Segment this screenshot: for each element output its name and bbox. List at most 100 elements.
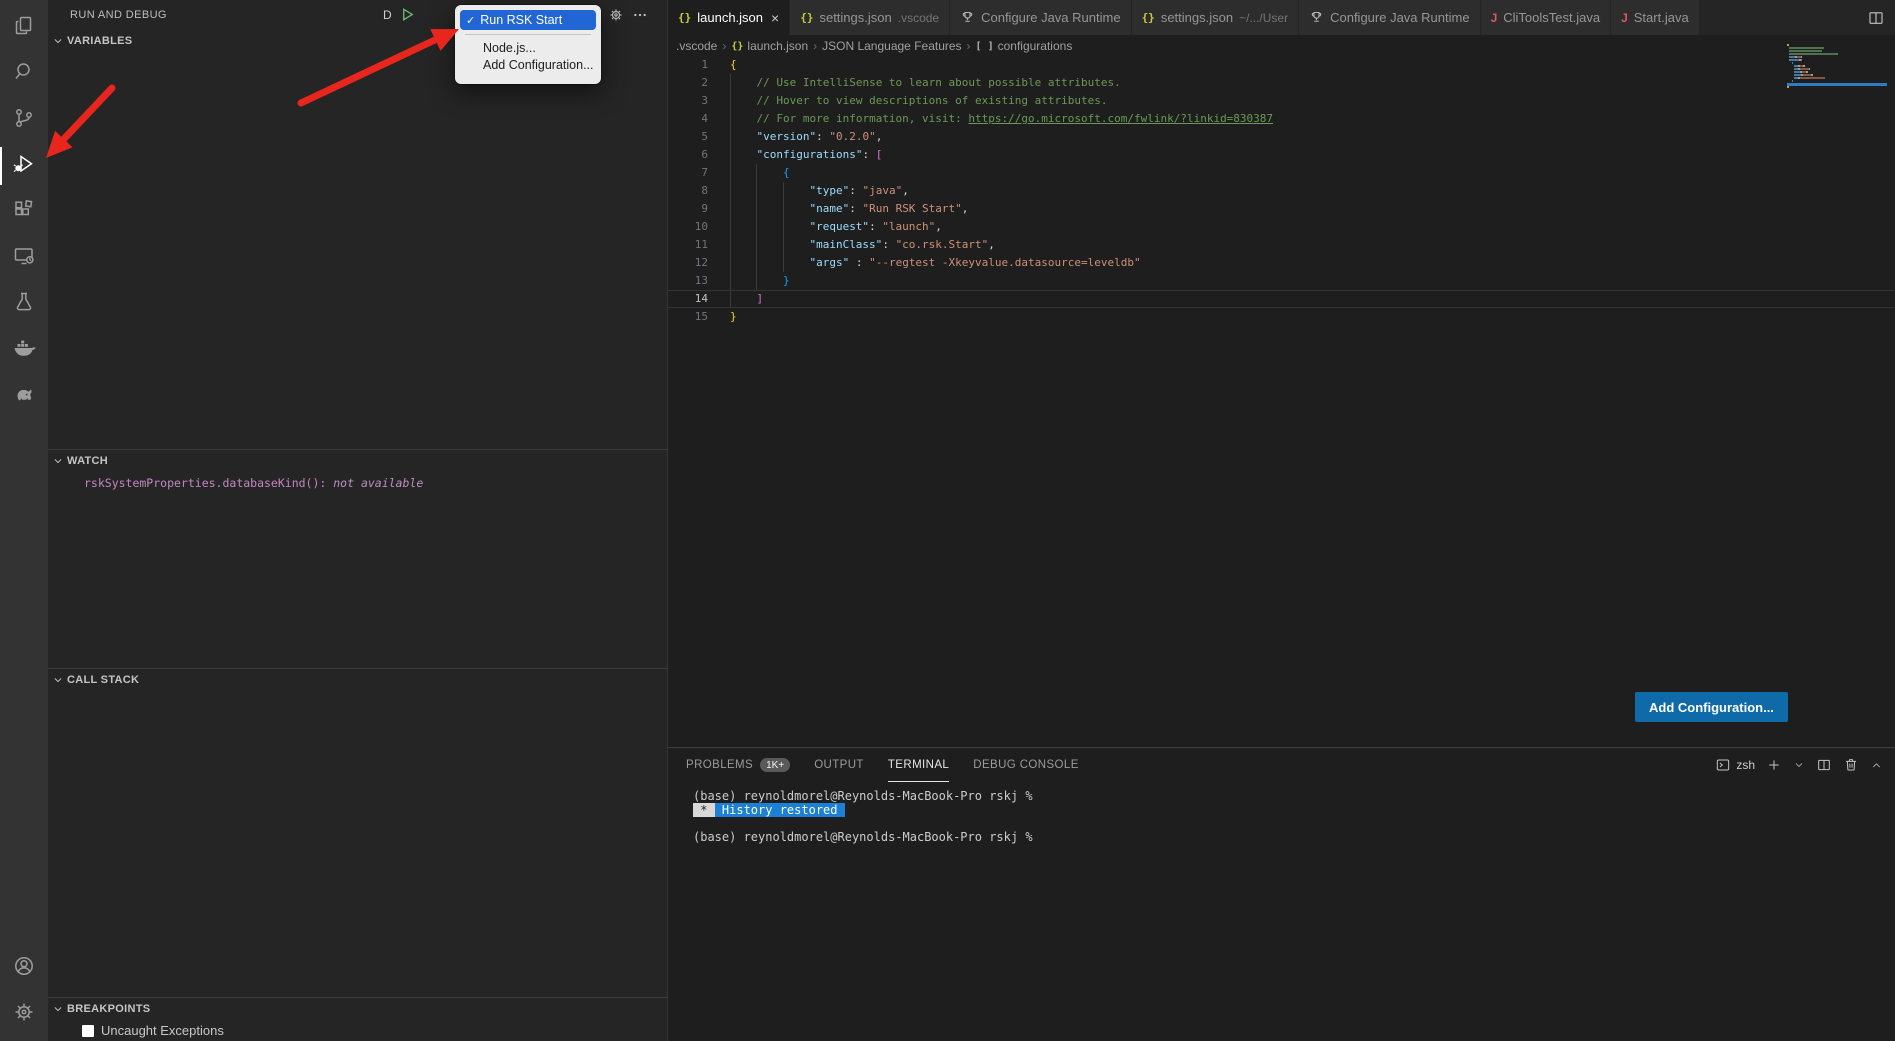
code-token: "Run RSK Start" bbox=[862, 202, 961, 215]
line-number: 2 bbox=[668, 74, 708, 92]
watch-expression-value: not available bbox=[333, 476, 423, 490]
panel-tab-terminal[interactable]: TERMINAL bbox=[888, 748, 949, 782]
code-line-1: 1{ bbox=[668, 56, 1895, 74]
minimap-line bbox=[1787, 80, 1887, 82]
code-line-6: 6 "configurations": [ bbox=[668, 146, 1895, 164]
search-icon bbox=[12, 60, 36, 89]
activity-bar-item-testing[interactable] bbox=[0, 281, 48, 327]
watch-expression[interactable]: rskSystemProperties.databaseKind(): not … bbox=[48, 472, 668, 490]
split-editor-icon[interactable] bbox=[1867, 9, 1885, 27]
array-icon: [ ] bbox=[976, 41, 994, 52]
code-line-3: 3 // Hover to view descriptions of exist… bbox=[668, 92, 1895, 110]
terminal-text: * bbox=[693, 803, 715, 817]
section-header-watch[interactable]: WATCH bbox=[48, 450, 668, 472]
line-content: "args" : "--regtest -Xkeyvalue.datasourc… bbox=[708, 254, 1141, 272]
panel-tab-bar: PROBLEMS1K+ OUTPUT TERMINAL DEBUG CONSOLE bbox=[668, 748, 1079, 782]
menu-item-selected[interactable]: ✓Run RSK Start bbox=[460, 10, 596, 30]
activity-bar-item-remote-explorer[interactable] bbox=[0, 235, 48, 281]
editor-tab-clitoolstest-java[interactable]: JCliToolsTest.java bbox=[1481, 0, 1612, 35]
close-icon[interactable]: × bbox=[771, 11, 779, 25]
testing-icon bbox=[12, 290, 36, 319]
breadcrumb-item[interactable]: JSON Language Features bbox=[822, 39, 961, 53]
kill-terminal-trash-icon[interactable] bbox=[1843, 757, 1859, 773]
breadcrumb-label: JSON Language Features bbox=[822, 39, 961, 53]
section-label: VARIABLES bbox=[67, 35, 132, 47]
menu-item[interactable]: Add Configuration... bbox=[455, 57, 601, 74]
code-editor[interactable]: 1{2 // Use IntelliSense to learn about p… bbox=[668, 56, 1895, 326]
tab-label: settings.json bbox=[1161, 10, 1233, 25]
activity-bar-item-gradle[interactable] bbox=[0, 373, 48, 419]
indent-guide bbox=[730, 110, 756, 128]
terminal-text: (base) reynoldmorel@Reynolds-MacBook-Pro… bbox=[693, 789, 1033, 803]
indent-guide bbox=[756, 164, 782, 182]
minimap[interactable] bbox=[1787, 44, 1887, 89]
terminal-output[interactable]: (base) reynoldmorel@Reynolds-MacBook-Pro… bbox=[668, 782, 1895, 1041]
activity-bar-item-explorer[interactable] bbox=[0, 5, 48, 51]
panel-tab-output[interactable]: OUTPUT bbox=[814, 748, 864, 782]
activity-bar-item-search[interactable] bbox=[0, 51, 48, 97]
code-line-2: 2 // Use IntelliSense to learn about pos… bbox=[668, 74, 1895, 92]
code-token: : bbox=[816, 130, 829, 143]
line-number: 6 bbox=[668, 146, 708, 164]
panel-tab-label: PROBLEMS bbox=[686, 759, 753, 771]
activity-bar-item-docker[interactable] bbox=[0, 327, 48, 373]
minimap-line bbox=[1787, 47, 1887, 49]
breakpoint-checkbox[interactable] bbox=[82, 1025, 94, 1037]
section-header-callstack[interactable]: CALL STACK bbox=[48, 669, 668, 691]
activity-bar-item-accounts[interactable] bbox=[0, 945, 48, 991]
launch-profile-chevron-icon[interactable] bbox=[1793, 759, 1805, 771]
activity-bar-item-run-and-debug[interactable] bbox=[0, 143, 48, 189]
code-token: "co.rsk.Start" bbox=[896, 238, 989, 251]
gear-icon[interactable] bbox=[608, 7, 624, 23]
code-token: "mainClass" bbox=[809, 238, 882, 251]
start-debugging-icon[interactable] bbox=[400, 7, 415, 22]
editor-tab-launch-json[interactable]: {}launch.json× bbox=[668, 0, 790, 35]
run-debug-icon bbox=[12, 152, 36, 181]
line-content: "request": "launch", bbox=[708, 218, 942, 236]
minimap-line bbox=[1787, 59, 1887, 61]
add-configuration-button[interactable]: Add Configuration... bbox=[1635, 692, 1788, 722]
code-token: , bbox=[902, 184, 909, 197]
activity-bar-item-source-control[interactable] bbox=[0, 97, 48, 143]
indent-guide bbox=[730, 164, 756, 182]
editor-tab-configure-java-runtime[interactable]: Configure Java Runtime bbox=[1299, 0, 1480, 35]
terminal-shell-selector[interactable]: zsh bbox=[1715, 757, 1755, 773]
editor-tab-start-java[interactable]: JStart.java bbox=[1611, 0, 1700, 35]
breadcrumb-item[interactable]: {}launch.json bbox=[731, 39, 808, 53]
activity-bar-item-settings[interactable] bbox=[0, 991, 48, 1037]
indent-guide bbox=[756, 254, 782, 272]
editor-tab-settings-json[interactable]: {}settings.json~/.../User bbox=[1132, 0, 1300, 35]
new-terminal-icon[interactable] bbox=[1766, 757, 1782, 773]
editor-tab-configure-java-runtime[interactable]: Configure Java Runtime bbox=[950, 0, 1131, 35]
section-label: CALL STACK bbox=[67, 674, 139, 686]
editor-tab-settings-json[interactable]: {}settings.json.vscode bbox=[790, 0, 950, 35]
activity-bar-item-extensions[interactable] bbox=[0, 189, 48, 235]
code-token: // Use IntelliSense to learn about possi… bbox=[756, 76, 1120, 89]
split-terminal-icon[interactable] bbox=[1816, 757, 1832, 773]
tab-label: CliToolsTest.java bbox=[1503, 10, 1600, 25]
code-token: "java" bbox=[862, 184, 902, 197]
indent-guide bbox=[756, 236, 782, 254]
chevron-down-icon bbox=[52, 674, 64, 686]
breadcrumb-item[interactable]: .vscode bbox=[676, 39, 717, 53]
maximize-panel-chevron-icon[interactable] bbox=[1870, 759, 1883, 772]
breadcrumb-item[interactable]: [ ]configurations bbox=[976, 39, 1073, 53]
breadcrumb: .vscode›{}launch.json›JSON Language Feat… bbox=[668, 35, 1895, 57]
java-icon: J bbox=[1621, 11, 1628, 25]
panel-tab-problems[interactable]: PROBLEMS1K+ bbox=[686, 748, 790, 782]
indent-guide bbox=[756, 200, 782, 218]
tab-bar-spacer bbox=[1700, 0, 1857, 35]
panel-tab-debug-console[interactable]: DEBUG CONSOLE bbox=[973, 748, 1079, 782]
menu-item[interactable]: Node.js... bbox=[455, 40, 601, 57]
terminal-line: (base) reynoldmorel@Reynolds-MacBook-Pro… bbox=[693, 831, 1895, 845]
more-actions-icon[interactable] bbox=[632, 7, 648, 23]
line-number: 12 bbox=[668, 254, 708, 272]
code-token: "request" bbox=[809, 220, 869, 233]
minimap-line bbox=[1787, 53, 1887, 55]
code-token: "configurations" bbox=[756, 148, 862, 161]
indent-guide bbox=[730, 218, 756, 236]
section-header-breakpoints[interactable]: BREAKPOINTS bbox=[48, 998, 668, 1020]
breakpoint-item[interactable]: Uncaught Exceptions bbox=[48, 1020, 668, 1038]
code-token: , bbox=[988, 238, 995, 251]
menu-separator bbox=[465, 34, 591, 35]
